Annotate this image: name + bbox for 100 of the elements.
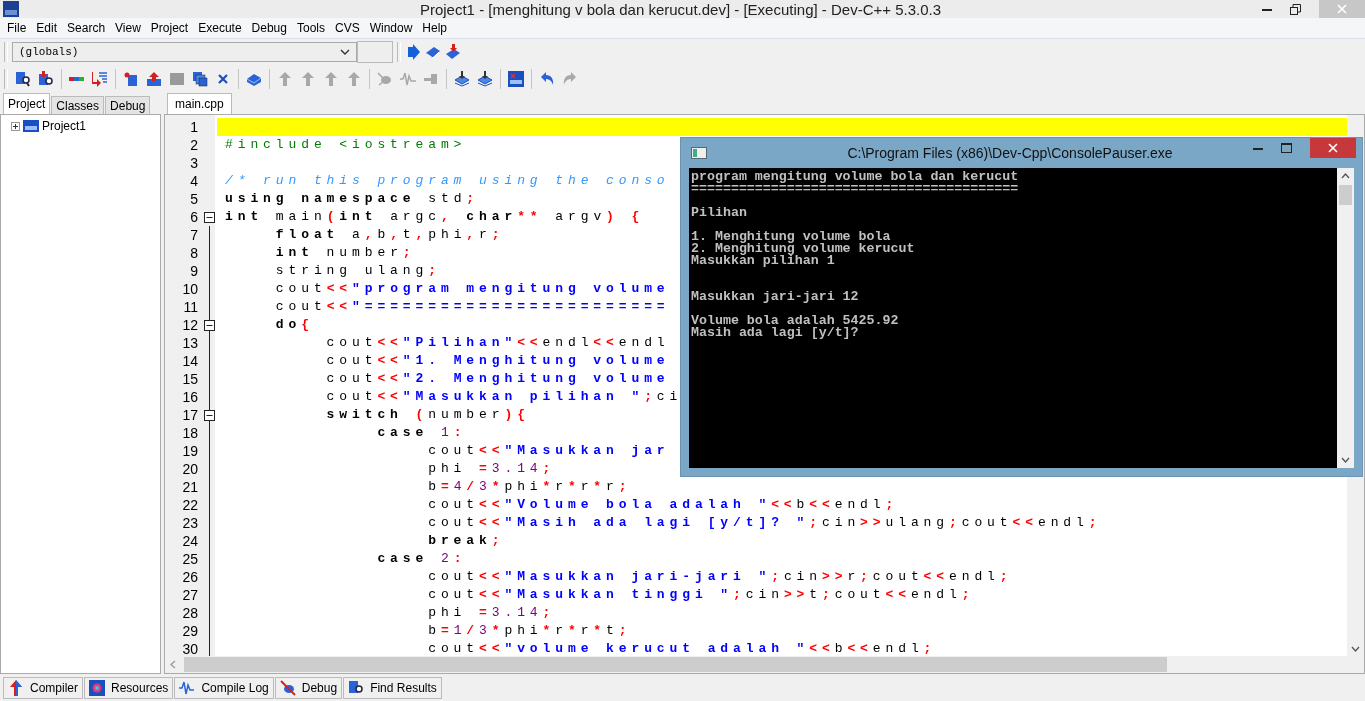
menu-item[interactable]: Project xyxy=(145,21,194,35)
scroll-thumb[interactable] xyxy=(184,657,1167,672)
vertical-scrollbar[interactable] xyxy=(1337,168,1354,468)
line-number: 20 xyxy=(181,461,199,477)
line-number: 24 xyxy=(181,533,199,549)
window-title: Project1 - [menghitung v bola dan kerucut.dev] - [Executing] - Dev-C++ 5.3.0.3 xyxy=(419,0,942,18)
book-icon[interactable] xyxy=(425,44,441,60)
undo-icon[interactable] xyxy=(539,71,555,87)
line-number: 1 xyxy=(189,119,199,135)
console-output-line: Volume bola adalah 5425.92 xyxy=(691,313,899,328)
line-number: 29 xyxy=(181,623,199,639)
upload-icon[interactable] xyxy=(146,71,162,87)
console-output-line: Masukkan jari-jari 12 xyxy=(691,289,859,304)
find-file-icon xyxy=(348,679,365,696)
line-number: 2 xyxy=(189,137,199,153)
line-number: 13 xyxy=(181,335,199,351)
code-line: string ulang; xyxy=(274,263,441,279)
line-number: 10 xyxy=(181,281,199,297)
expand-icon[interactable] xyxy=(11,121,20,131)
code-line: cout<<"Masukkan jari-jari ";cin>>r;cout<<endl; xyxy=(427,569,1013,585)
code-line: int number; xyxy=(274,245,416,261)
stack-icon[interactable] xyxy=(454,71,470,87)
code-line: cout<<"Volume bola adalah "<<b<<endl; xyxy=(427,497,899,513)
menu-item[interactable]: File xyxy=(2,21,32,35)
line-number: 3 xyxy=(189,155,199,171)
line-number: 21 xyxy=(181,479,199,495)
line-number: 15 xyxy=(181,371,199,387)
close-icon[interactable] xyxy=(1328,143,1338,153)
line-number: 8 xyxy=(189,245,199,261)
console-output-line: Pilihan xyxy=(691,205,747,220)
line-number: 23 xyxy=(181,515,199,531)
code-line: int main(int argc, char** argv) { xyxy=(225,209,645,225)
list-icon[interactable] xyxy=(92,71,108,87)
collapse-icon[interactable] xyxy=(203,409,215,421)
line-number: 6 xyxy=(189,209,199,225)
scroll-thumb[interactable] xyxy=(1339,185,1352,205)
console-title: C:\Program Files (x86)\Dev-Cpp\ConsolePauser.exe xyxy=(847,145,1173,161)
dev-icon[interactable] xyxy=(508,71,524,87)
collapse-icon[interactable] xyxy=(203,319,215,331)
wave-icon xyxy=(179,679,196,696)
code-line: cout<<"Masukkan tinggi ";cin>>t;cout<<endl; xyxy=(427,587,975,603)
panel-tab[interactable]: Debug xyxy=(105,96,151,114)
caret-icon[interactable] xyxy=(340,49,350,55)
scroll-up-icon[interactable] xyxy=(1341,173,1350,179)
scroll-down-icon[interactable] xyxy=(1351,646,1360,652)
code-line: cout<<"======================== xyxy=(274,299,670,315)
minimize-icon[interactable] xyxy=(1253,146,1263,150)
code-line: break; xyxy=(427,533,505,549)
scope-dropdown[interactable]: (globals) xyxy=(12,42,357,62)
line-number: 9 xyxy=(189,263,199,279)
find-file-icon[interactable] xyxy=(15,71,31,87)
menu-item[interactable]: Search xyxy=(62,21,111,35)
tree-item[interactable]: Project1 xyxy=(42,119,87,133)
scroll-down-icon[interactable] xyxy=(1341,457,1350,463)
code-line: #include <iostream> xyxy=(225,137,467,153)
line-number: 28 xyxy=(181,605,199,621)
menu-item[interactable]: Edit xyxy=(31,21,63,35)
panel-tab[interactable]: Project xyxy=(3,93,51,114)
line-number: 27 xyxy=(181,587,199,603)
windows-icon[interactable] xyxy=(192,71,208,87)
app-icon xyxy=(3,1,19,17)
line-number: 17 xyxy=(181,407,199,423)
line-number: 4 xyxy=(189,173,199,189)
panel-tab[interactable]: Classes xyxy=(51,96,105,114)
console-output-line: Masih ada lagi [y/t]? xyxy=(691,325,859,340)
menu-item[interactable]: Help xyxy=(417,21,453,35)
code-line: cout<<"Pilihan"<<endl<<endl xyxy=(325,335,670,351)
output-tab[interactable]: Resources xyxy=(84,676,174,699)
new-file-icon[interactable] xyxy=(123,71,139,87)
output-tab[interactable]: Compile Log xyxy=(174,676,274,699)
stack-icon[interactable] xyxy=(477,71,493,87)
minimize-icon[interactable] xyxy=(1262,7,1272,11)
close-button[interactable] xyxy=(1310,138,1356,158)
code-line: cout<<"volume kerucut adalah "<<b<<endl; xyxy=(427,641,937,656)
project-icon xyxy=(23,120,39,132)
maximize-icon[interactable] xyxy=(1281,143,1292,153)
output-tab[interactable]: Compiler xyxy=(3,676,83,699)
output-tab[interactable]: Find Results xyxy=(343,676,442,699)
book-icon[interactable] xyxy=(445,44,461,60)
console-output-line: program mengitung volume bola dan kerucut xyxy=(691,169,1019,184)
horizontal-scrollbar[interactable] xyxy=(165,656,1364,673)
menu-item[interactable]: Window xyxy=(364,21,418,35)
menu-item[interactable]: Execute xyxy=(193,21,247,35)
file-tab[interactable]: main.cpp xyxy=(167,93,232,114)
square-icon[interactable] xyxy=(169,71,185,87)
collapse-icon[interactable] xyxy=(203,211,215,223)
code-line: b=4/3*phi*r*r*r; xyxy=(427,479,632,495)
menu-item[interactable]: Debug xyxy=(246,21,292,35)
output-tab[interactable]: Debug xyxy=(274,676,343,699)
code-line: b=1/3*phi*r*r*t; xyxy=(427,623,632,639)
menu-item[interactable]: CVS xyxy=(329,21,365,35)
menu-item[interactable]: Tools xyxy=(291,21,330,35)
arrow-right-icon[interactable] xyxy=(405,44,421,60)
scroll-left-icon[interactable] xyxy=(170,660,176,669)
line-number: 11 xyxy=(182,299,199,315)
code-line: do{ xyxy=(274,317,314,333)
find-file-icon[interactable] xyxy=(38,71,54,87)
restore-icon[interactable] xyxy=(1290,3,1301,15)
menu-item[interactable]: View xyxy=(110,21,146,35)
box-icon[interactable] xyxy=(246,71,262,87)
